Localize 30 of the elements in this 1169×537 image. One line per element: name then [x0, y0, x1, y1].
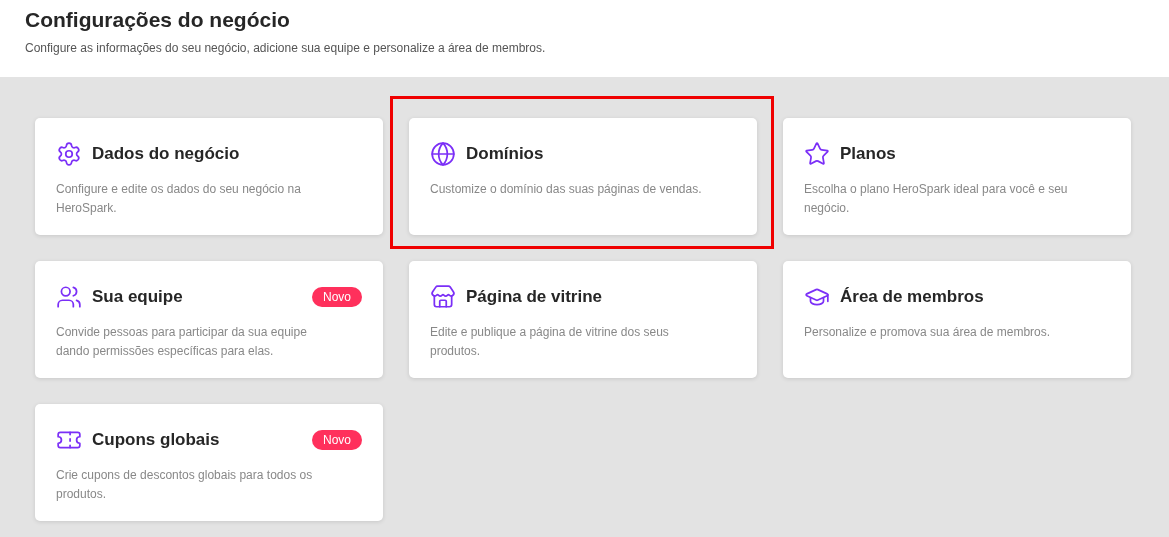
page-title: Configurações do negócio — [25, 8, 291, 32]
new-badge: Novo — [312, 430, 362, 450]
card-title: Sua equipe — [92, 287, 184, 307]
globe-icon — [430, 141, 456, 167]
card-description: Personalize e promova sua área de membros. — [804, 324, 1052, 341]
card-title: Dados do negócio — [92, 144, 241, 164]
new-badge: Novo — [312, 287, 362, 307]
people-icon — [56, 284, 82, 310]
page-subtitle: Configure as informações do seu negócio, adicione sua equipe e personalize a área de membros. — [25, 41, 547, 55]
card-description: Convide pessoas para participar da sua equipe dando permissões específicas para elas. — [56, 324, 308, 360]
card-description: Edite e publique a página de vitrine dos seus produtos. — [430, 324, 670, 360]
card-description: Configure e edite os dados do seu negócio na HeroSpark. — [56, 181, 302, 217]
card-title: Domínios — [466, 144, 545, 164]
settings-card[interactable]: Domínios Customize o domínio das suas páginas de vendas. — [409, 118, 757, 235]
card-description: Customize o domínio das suas páginas de vendas. — [430, 181, 703, 198]
card-title: Cupons globais — [92, 430, 221, 450]
settings-card[interactable]: Planos Escolha o plano HeroSpark ideal para você e seu negócio. — [783, 118, 1131, 235]
settings-card[interactable]: Cupons globais Novo Crie cupons de descontos globais para todos os produtos. — [35, 404, 383, 521]
card-title: Página de vitrine — [466, 287, 604, 307]
settings-card[interactable]: Dados do negócio Configure e edite os dados do seu negócio na HeroSpark. — [35, 118, 383, 235]
gear-icon — [56, 141, 82, 167]
card-title: Área de membros — [840, 287, 985, 307]
settings-card[interactable]: Área de membros Personalize e promova sua área de membros. — [783, 261, 1131, 378]
settings-card[interactable]: Página de vitrine Edite e publique a página de vitrine dos seus produtos. — [409, 261, 757, 378]
card-description: Crie cupons de descontos globais para todos os produtos. — [56, 467, 314, 503]
card-description: Escolha o plano HeroSpark ideal para você e seu negócio. — [804, 181, 1069, 217]
settings-card[interactable]: Sua equipe Novo Convide pessoas para participar da sua equipe dando permissões específicas para elas. — [35, 261, 383, 378]
card-title: Planos — [840, 144, 897, 164]
star-icon — [804, 141, 830, 167]
storefront-icon — [430, 284, 456, 310]
